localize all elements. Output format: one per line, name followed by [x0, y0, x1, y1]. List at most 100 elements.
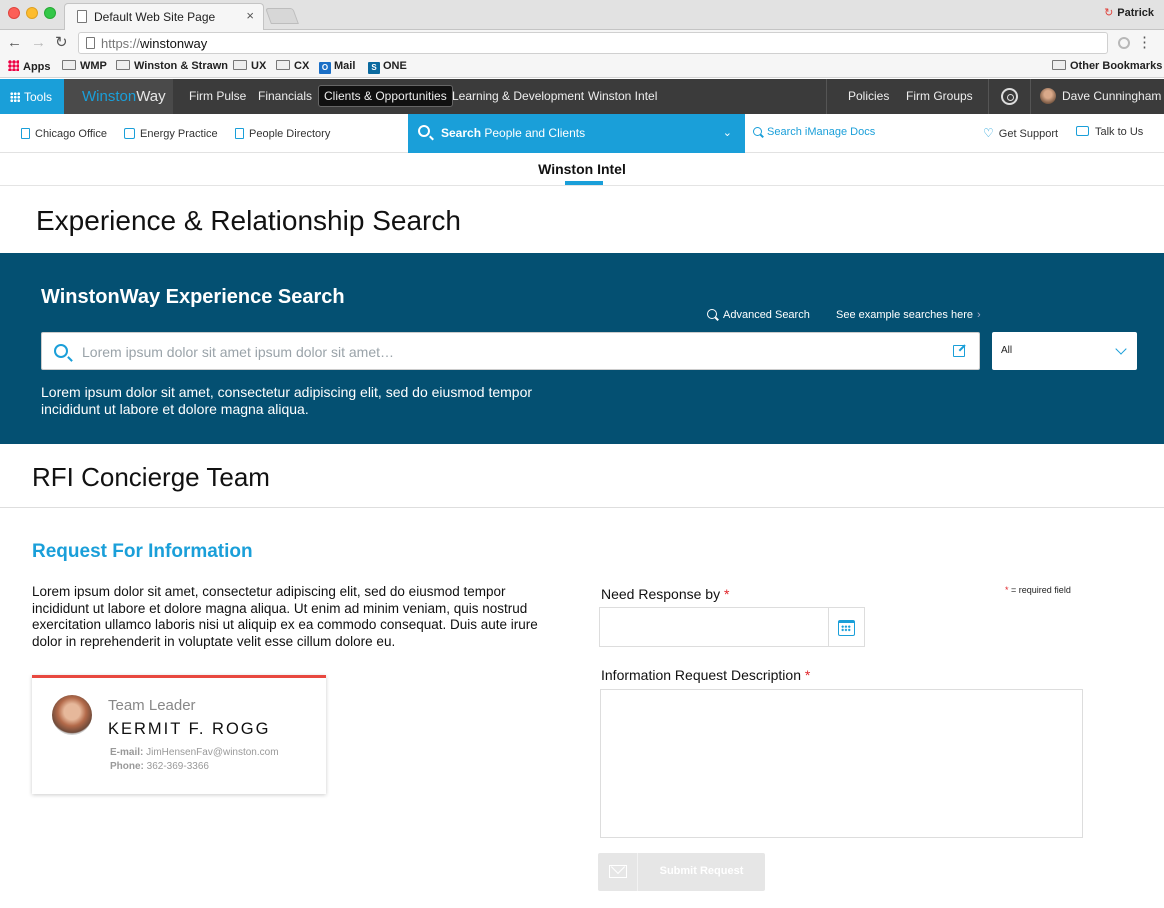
forward-arrow-icon[interactable]: →: [31, 34, 46, 52]
address-bar-row: ← → ↻ https://winstonway ⋮: [0, 30, 1164, 57]
tools-button[interactable]: Tools: [0, 79, 64, 114]
get-support-link[interactable]: ♡ Get Support: [983, 126, 1058, 140]
nav-learning-development[interactable]: Learning & Development: [452, 89, 584, 103]
folder-icon: [62, 60, 76, 70]
submit-icon-area: [598, 853, 638, 891]
bookmark-one[interactable]: S ONE: [368, 60, 407, 74]
brand-logo[interactable]: WinstonWay: [64, 79, 173, 114]
minimize-window-button[interactable]: [26, 7, 38, 19]
tab-winston-intel[interactable]: Winston Intel: [0, 161, 1164, 177]
section-tab-bar: Winston Intel: [0, 153, 1164, 186]
experience-search-panel: WinstonWay Experience Search Advanced Se…: [0, 253, 1164, 444]
nav-clients-opportunities[interactable]: Clients & Opportunities: [318, 85, 453, 107]
search-scope-select[interactable]: All: [992, 332, 1137, 370]
envelope-icon: [609, 865, 627, 878]
experience-search-box: [41, 332, 980, 370]
close-window-button[interactable]: [8, 7, 20, 19]
bookmark-other[interactable]: Other Bookmarks: [1052, 60, 1162, 72]
folder-icon: [1052, 60, 1066, 70]
building-icon: [21, 128, 30, 139]
need-response-date-field[interactable]: [599, 607, 829, 647]
external-link-icon[interactable]: [953, 345, 965, 357]
site-navigation: Tools WinstonWay Firm Pulse Financials C…: [0, 79, 1164, 114]
outlook-icon: O: [319, 62, 331, 74]
avatar: [52, 695, 92, 735]
section-divider: [0, 507, 1164, 508]
maximize-window-button[interactable]: [44, 7, 56, 19]
nav-firm-groups[interactable]: Firm Groups: [906, 89, 973, 103]
advanced-search-link[interactable]: Advanced Search: [707, 309, 810, 321]
search-icon: [54, 344, 68, 358]
extension-icon[interactable]: [1118, 37, 1130, 49]
request-description-textarea[interactable]: [600, 689, 1083, 838]
reload-icon[interactable]: ↻: [55, 34, 68, 52]
leader-email: E-mail: JimHensenFav@winston.com: [110, 747, 279, 758]
leader-email-value[interactable]: JimHensenFav@winston.com: [146, 747, 278, 758]
folder-icon: [116, 60, 130, 70]
tab-close-icon[interactable]: ×: [246, 8, 254, 23]
browser-tab-bar: Default Web Site Page × ↻ Patrick: [0, 0, 1164, 30]
chat-icon: [1076, 126, 1089, 136]
nav-winston-intel[interactable]: Winston Intel: [588, 89, 657, 103]
chevron-right-icon: ›: [976, 309, 981, 321]
sync-icon: ↻: [1104, 7, 1114, 19]
search-people-clients-dropdown[interactable]: Search People and Clients ⌄: [408, 114, 745, 153]
rfi-section-title: RFI Concierge Team: [32, 462, 270, 492]
tab-title: Default Web Site Page: [94, 10, 216, 24]
experience-search-title: WinstonWay Experience Search: [41, 286, 345, 308]
grid-icon: [10, 92, 20, 102]
rfi-description: Lorem ipsum dolor sit amet, consectetur …: [32, 584, 538, 650]
browser-menu-icon[interactable]: ⋮: [1137, 33, 1152, 51]
sub-navigation: Chicago Office Energy Practice People Di…: [0, 114, 1164, 153]
leader-phone: Phone: 362-369-3366: [110, 761, 209, 772]
search-imanage-docs[interactable]: Search iManage Docs: [753, 126, 875, 138]
url-text: https://winstonway: [101, 36, 208, 51]
gear-icon[interactable]: [1001, 88, 1018, 105]
leader-name: KERMIT F. ROGG: [108, 720, 271, 738]
nav-divider: [1030, 79, 1031, 114]
submit-request-button[interactable]: Submit Request: [598, 853, 765, 891]
subnav-energy-practice[interactable]: Energy Practice: [124, 128, 218, 140]
new-tab-button[interactable]: [265, 8, 299, 24]
active-tab-indicator: [565, 181, 603, 185]
subnav-people-directory[interactable]: People Directory: [235, 128, 330, 140]
bookmark-winston-strawn[interactable]: Winston & Strawn: [116, 60, 228, 72]
search-icon: [418, 125, 430, 137]
profile-button[interactable]: ↻ Patrick: [1104, 6, 1154, 19]
chevron-down-icon: [1115, 343, 1127, 355]
example-searches-link[interactable]: See example searches here ›: [836, 309, 981, 321]
calendar-icon: [838, 620, 855, 636]
experience-description: Lorem ipsum dolor sit amet, consectetur …: [41, 384, 533, 417]
folder-icon: [233, 60, 247, 70]
folder-icon: [276, 60, 290, 70]
experience-search-input[interactable]: [82, 342, 932, 362]
profile-name: Patrick: [1117, 7, 1154, 19]
bookmark-wmp[interactable]: WMP: [62, 60, 107, 72]
chevron-down-icon: ⌄: [722, 127, 732, 139]
bookmark-cx[interactable]: CX: [276, 60, 309, 72]
need-response-label: Need Response by *: [601, 586, 730, 602]
bookmark-mail[interactable]: O Mail: [319, 60, 355, 74]
sharepoint-icon: S: [368, 62, 380, 74]
search-icon: [707, 309, 717, 319]
nav-policies[interactable]: Policies: [848, 89, 889, 103]
url-input[interactable]: https://winstonway: [78, 32, 1108, 54]
back-arrow-icon[interactable]: ←: [7, 34, 22, 52]
nav-divider: [826, 79, 827, 114]
team-leader-card: Team Leader KERMIT F. ROGG E-mail: JimHe…: [32, 675, 326, 794]
apps-grid-icon: [8, 60, 19, 71]
bookmark-apps[interactable]: Apps: [8, 60, 51, 73]
nav-firm-pulse[interactable]: Firm Pulse: [189, 89, 246, 103]
nav-financials[interactable]: Financials: [258, 89, 312, 103]
bookmark-ux[interactable]: UX: [233, 60, 266, 72]
user-name[interactable]: Dave Cunningham: [1062, 89, 1161, 103]
search-scope-value: All: [1001, 345, 1013, 356]
date-picker-button[interactable]: [829, 607, 865, 647]
browser-tab[interactable]: Default Web Site Page ×: [64, 3, 264, 30]
subnav-chicago-office[interactable]: Chicago Office: [21, 128, 107, 140]
talk-to-us-link[interactable]: Talk to Us: [1076, 126, 1143, 138]
bookmarks-bar: Apps WMP Winston & Strawn UX CX O Mail SO…: [0, 57, 1164, 78]
user-avatar[interactable]: [1040, 88, 1056, 104]
page-title: Experience & Relationship Search: [36, 205, 461, 236]
briefcase-icon: [124, 128, 135, 139]
